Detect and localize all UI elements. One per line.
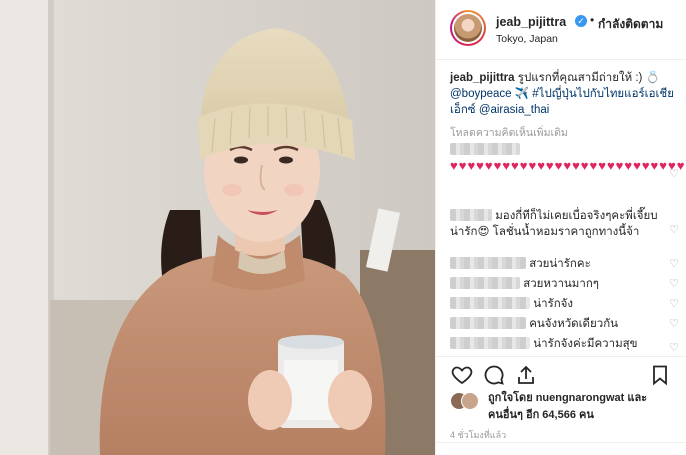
likes-line-1: ถูกใจโดย nuengnarongwat และ [488,392,648,404]
instagram-post: jeab_pijittra ✓ • กำลังติดตาม Tokyo, Jap… [0,0,686,455]
caption-emoji: ✈️ [511,88,533,100]
separator-dot: • [590,13,595,27]
comment-item: น่ารักจังค่ะมีความสุข [450,336,668,352]
comment-text: น่ารักจังค่ะมีความสุข [533,338,638,350]
comment-text: น่ารักจัง [533,298,574,310]
comment-text: ♥♥♥♥♥♥♥♥♥♥♥♥♥♥♥♥♥♥♥♥♥♥♥♥♥♥♥♥♥♥ [450,158,685,173]
share-icon[interactable] [514,363,538,387]
post-sidebar: jeab_pijittra ✓ • กำลังติดตาม Tokyo, Jap… [435,0,686,455]
blurred-username [450,317,526,329]
comment-item: น่ารักจัง [450,296,668,312]
post-header: jeab_pijittra ✓ • กำลังติดตาม Tokyo, Jap… [436,0,686,60]
caption-username[interactable]: jeab_pijittra [450,72,515,84]
comment-text: คนจังหวัดเดียวกัน [529,318,619,330]
avatar[interactable] [450,10,486,46]
comment-item: สวยน่ารักคะ [450,256,668,272]
comment-like-icon[interactable]: ♡ [668,298,680,310]
post-actions [436,356,686,392]
blurred-username [450,143,520,155]
comment-like-icon[interactable]: ♡ [668,278,680,290]
comment-like-icon[interactable]: ♡ [668,258,680,270]
blurred-username [450,257,526,269]
post-photo[interactable] [0,0,435,455]
comment-like-icon[interactable]: ♡ [668,318,680,330]
comment-like-icon[interactable]: ♡ [668,342,680,354]
likes-summary: ถูกใจโดย nuengnarongwat และ คนอื่นๆ อีก … [450,390,680,426]
comments-list: ♥♥♥♥♥♥♥♥♥♥♥♥♥♥♥♥♥♥♥♥♥♥♥♥♥♥♥♥♥♥ ♡ มองกี่ท… [450,142,685,356]
caption-mention-boypeace[interactable]: @boypeace [450,88,512,100]
post-timestamp[interactable]: 4 ชั่วโมงที่แล้ว [450,428,506,442]
comment-item: คนจังหวัดเดียวกัน [450,316,668,332]
heart-icon[interactable] [450,363,474,387]
username-link[interactable]: jeab_pijittra [496,15,566,29]
following-button[interactable]: กำลังติดตาม [598,15,663,34]
likes-text[interactable]: ถูกใจโดย nuengnarongwat และ คนอื่นๆ อีก … [488,390,678,424]
liker-avatar[interactable] [461,392,479,410]
blurred-username [450,277,520,289]
comment-icon[interactable] [482,363,506,387]
blurred-username [450,297,530,309]
comment-area-divider [436,442,686,455]
comment-like-icon[interactable]: ♡ [668,224,680,236]
woman-photo-illustration [0,0,435,455]
avatar-image [454,14,482,42]
bookmark-icon[interactable] [648,363,672,387]
caption-mention-airasia[interactable]: @airasia_thai [479,104,550,116]
caption-text: รูปแรกที่คุณสามีถ่ายให้ :) 💍 [517,72,660,84]
comment-text: สวยหวานมากๆ [523,278,599,290]
comment-item: ♥♥♥♥♥♥♥♥♥♥♥♥♥♥♥♥♥♥♥♥♥♥♥♥♥♥♥♥♥♥ [450,142,685,175]
likes-line-2: คนอื่นๆ อีก 64,566 คน [488,409,594,421]
post-caption: jeab_pijittra รูปแรกที่คุณสามีถ่ายให้ :)… [450,70,678,118]
verified-icon: ✓ [575,15,587,27]
location-link[interactable]: Tokyo, Japan [496,33,558,45]
comment-text: สวยน่ารักคะ [529,258,591,270]
blurred-username [450,209,492,221]
blurred-username [450,337,530,349]
comment-like-icon[interactable]: ♡ [668,168,680,180]
comment-item: สวยหวานมากๆ [450,276,668,292]
comment-item: มองกี่ทีก็ไม่เคยเบื่อจริงๆคะพี่เจี๊ยบน่า… [450,208,668,240]
load-more-comments[interactable]: โหลดความคิดเห็นเพิ่มเติม [450,124,568,141]
